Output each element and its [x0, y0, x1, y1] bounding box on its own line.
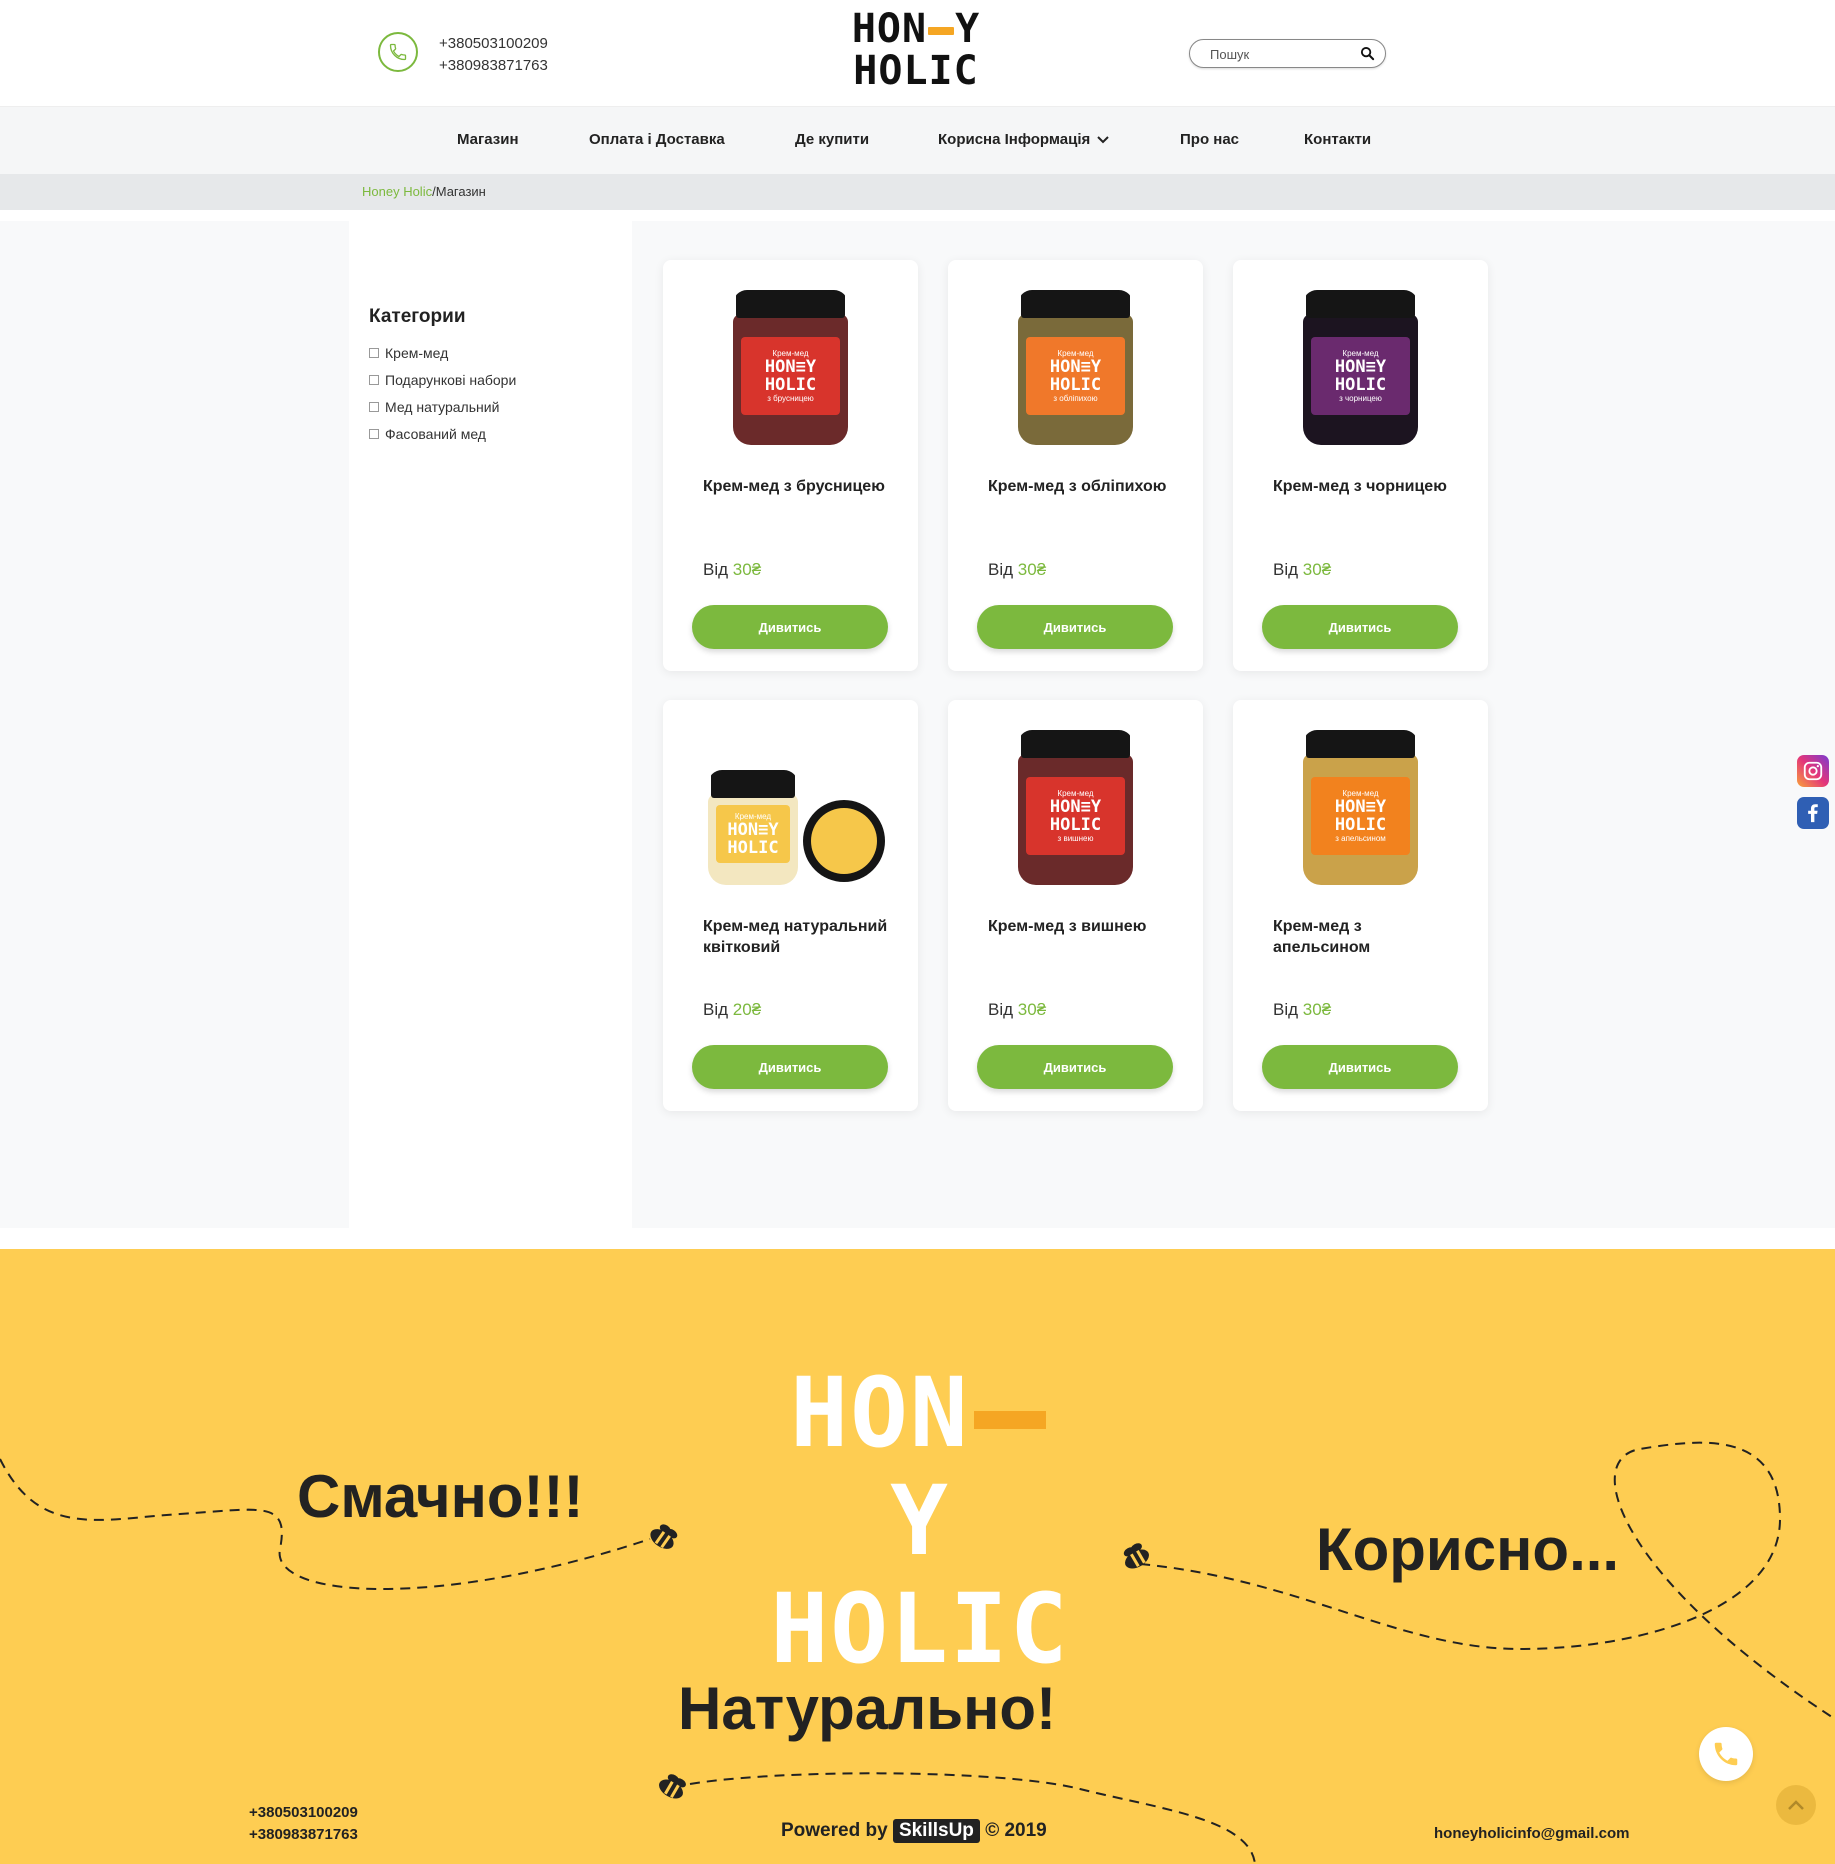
header-phones: +380503100209 +380983871763: [439, 33, 548, 77]
jar: Крем-мед HON≡Y HOLIC: [708, 770, 798, 885]
jar: Крем-мед HON≡Y HOLIC з вишнею: [1018, 730, 1133, 885]
jar: Крем-мед HON≡Y HOLIC з апельсином: [1303, 730, 1418, 885]
view-button[interactable]: Дивитись: [977, 605, 1173, 649]
category-sidebar: Категории Крем-мед Подарункові набори Ме…: [349, 221, 632, 1228]
product-card[interactable]: Крем-мед HON≡Y HOLIC з вишнею Крем-мед з ви…: [948, 700, 1203, 1111]
product-price: Від 30₴: [703, 560, 762, 579]
breadcrumb-bar: Honey Holic/Магазин: [0, 174, 1835, 210]
phone-number[interactable]: +380983871763: [439, 55, 548, 77]
view-button[interactable]: Дивитись: [692, 1045, 888, 1089]
nav-item-shop[interactable]: Магазин: [457, 131, 519, 148]
phone-number[interactable]: +380503100209: [249, 1802, 358, 1824]
nav-item-useful-info[interactable]: Корисна Інформація: [938, 131, 1110, 148]
product-card[interactable]: Крем-мед HON≡Y HOLIC з брусницею Крем-мед з…: [663, 260, 918, 671]
product-image[interactable]: Крем-мед HON≡Y HOLIC з апельсином: [1298, 730, 1423, 885]
jar-lid: [803, 800, 885, 882]
product-image[interactable]: Крем-мед HON≡Y HOLIC з чорницею: [1298, 290, 1423, 445]
breadcrumb-home[interactable]: Honey Holic: [362, 184, 432, 199]
footer-logo: HONY HOLIC: [770, 1357, 1070, 1685]
checkbox[interactable]: [369, 401, 379, 412]
nav-item-about[interactable]: Про нас: [1180, 131, 1239, 148]
product-name[interactable]: Крем-мед з апельсином: [1273, 916, 1463, 958]
search-input[interactable]: [1210, 45, 1350, 63]
breadcrumb: Honey Holic/Магазин: [362, 184, 486, 199]
product-card[interactable]: Крем-мед HON≡Y HOLIC з обліпихою Крем-мед з…: [948, 260, 1203, 671]
facebook-icon[interactable]: [1797, 797, 1829, 829]
product-name[interactable]: Крем-мед натуральний квітковий: [703, 916, 893, 958]
view-button[interactable]: Дивитись: [1262, 1045, 1458, 1089]
product-card[interactable]: Крем-мед HON≡Y HOLIC з чорницею Крем-мед з …: [1233, 260, 1488, 671]
checkbox[interactable]: [369, 428, 379, 439]
phone-icon: [1714, 1742, 1738, 1766]
product-card[interactable]: Крем-мед HON≡Y HOLIC Крем-мед натуральний …: [663, 700, 918, 1111]
powered-by: Powered by SkillsUp © 2019: [781, 1819, 1047, 1843]
footer-phones: +380503100209 +380983871763: [249, 1802, 358, 1846]
product-price: Від 30₴: [1273, 1000, 1332, 1019]
product-image[interactable]: Крем-мед HON≡Y HOLIC з вишнею: [1013, 730, 1138, 885]
product-image[interactable]: Крем-мед HON≡Y HOLIC з обліпихою: [1013, 290, 1138, 445]
shop-main: Категории Крем-мед Подарункові набори Ме…: [0, 221, 1835, 1228]
bee-icon: [659, 1774, 686, 1799]
jar: Крем-мед HON≡Y HOLIC з обліпихою: [1018, 290, 1133, 445]
site-logo[interactable]: HON Y HOLIC: [848, 8, 984, 98]
slogan-useful: Корисно...: [1316, 1516, 1620, 1583]
site-footer: HONY HOLIC Смачно!!! Корисно... Натураль…: [0, 1249, 1835, 1864]
chevron-up-icon: [1788, 1800, 1804, 1810]
view-button[interactable]: Дивитись: [692, 605, 888, 649]
nav-item-where-to-buy[interactable]: Де купити: [795, 131, 869, 148]
checkbox[interactable]: [369, 347, 379, 358]
skillsup-logo[interactable]: SkillsUp: [892, 1819, 980, 1843]
category-cream-honey[interactable]: Крем-мед: [369, 339, 516, 366]
product-name[interactable]: Крем-мед з обліпихою: [988, 476, 1178, 497]
product-image[interactable]: Крем-мед HON≡Y HOLIC: [708, 730, 885, 885]
product-name[interactable]: Крем-мед з брусницею: [703, 476, 893, 497]
chevron-down-icon: [1097, 136, 1110, 144]
instagram-icon[interactable]: [1797, 755, 1829, 787]
bee-icon: [650, 1524, 678, 1549]
product-name[interactable]: Крем-мед з чорницею: [1273, 476, 1463, 497]
product-price: Від 30₴: [988, 1000, 1047, 1019]
category-packaged-honey[interactable]: Фасований мед: [369, 420, 516, 447]
call-button[interactable]: [1699, 1727, 1753, 1781]
category-gift-sets[interactable]: Подарункові набори: [369, 366, 516, 393]
category-list: Крем-мед Подарункові набори Мед натураль…: [369, 339, 516, 447]
product-card[interactable]: Крем-мед HON≡Y HOLIC з апельсином Крем-мед …: [1233, 700, 1488, 1111]
phone-icon[interactable]: [378, 32, 418, 72]
slogan-natural: Натурально!: [678, 1675, 1057, 1742]
jar: Крем-мед HON≡Y HOLIC з брусницею: [733, 290, 848, 445]
search-box: [1189, 39, 1386, 68]
breadcrumb-current: Магазин: [435, 184, 486, 199]
nav-item-payment-delivery[interactable]: Оплата і Доставка: [589, 131, 725, 148]
product-image[interactable]: Крем-мед HON≡Y HOLIC з брусницею: [728, 290, 853, 445]
product-name[interactable]: Крем-мед з вишнею: [988, 916, 1178, 937]
phone-number[interactable]: +380983871763: [249, 1824, 358, 1846]
site-header: +380503100209 +380983871763 HON Y HOLIC: [0, 0, 1835, 106]
view-button[interactable]: Дивитись: [1262, 605, 1458, 649]
checkbox[interactable]: [369, 374, 379, 385]
jar: Крем-мед HON≡Y HOLIC з чорницею: [1303, 290, 1418, 445]
search-icon[interactable]: [1360, 46, 1375, 66]
main-nav: Магазин Оплата і Доставка Де купити Кори…: [0, 106, 1835, 174]
categories-title: Категории: [369, 306, 466, 327]
scroll-top-button[interactable]: [1776, 1785, 1816, 1825]
view-button[interactable]: Дивитись: [977, 1045, 1173, 1089]
product-price: Від 30₴: [988, 560, 1047, 579]
slogan-tasty: Смачно!!!: [297, 1463, 584, 1530]
category-natural-honey[interactable]: Мед натуральний: [369, 393, 516, 420]
product-price: Від 30₴: [1273, 560, 1332, 579]
nav-item-label: Корисна Інформація: [938, 131, 1091, 148]
nav-item-contacts[interactable]: Контакти: [1304, 131, 1371, 148]
bee-icon: [1123, 1543, 1149, 1569]
product-price: Від 20₴: [703, 1000, 762, 1019]
footer-email[interactable]: honeyholicinfo@gmail.com: [1434, 1825, 1629, 1842]
phone-number[interactable]: +380503100209: [439, 33, 548, 55]
